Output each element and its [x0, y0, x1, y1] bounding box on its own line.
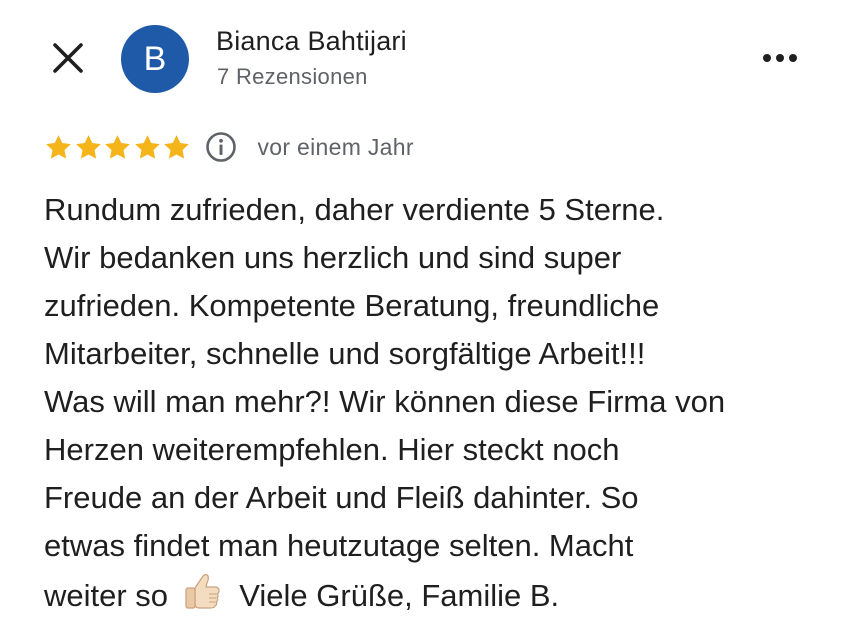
review-date: vor einem Jahr: [257, 133, 414, 160]
author-name[interactable]: Bianca Bahtijari: [216, 26, 407, 57]
more-options-button[interactable]: [760, 43, 802, 73]
review-text: Rundum zufrieden, daher verdiente 5 Ster…: [44, 186, 834, 620]
review-line: Rundum zufrieden, daher verdiente 5 Ster…: [44, 192, 665, 227]
star-rating: [44, 133, 192, 162]
star-icon: [46, 134, 71, 159]
review-line: Was will man mehr?! Wir können diese Fir…: [44, 384, 726, 419]
rating-row: vor einem Jahr: [44, 130, 414, 164]
info-icon[interactable]: [205, 131, 237, 163]
review-text-before-emoji: weiter so: [44, 578, 177, 613]
avatar[interactable]: B: [121, 25, 189, 93]
review-text-after-emoji: Viele Grüße, Familie B.: [230, 578, 560, 613]
close-button[interactable]: [48, 38, 88, 78]
star-icon: [75, 134, 101, 159]
close-icon: [53, 43, 83, 73]
review-line: Mitarbeiter, schnelle und sorgfältige Ar…: [44, 336, 646, 371]
star-icon: [134, 134, 160, 159]
more-options-icon: [763, 54, 797, 62]
review-line: etwas findet man heutzutage selten. Mach…: [44, 528, 634, 563]
review-line-last: weiter so Viele Grüße, Familie B.: [44, 570, 834, 620]
review-line: Freude an der Arbeit und Fleiß dahinter.…: [44, 480, 639, 515]
thumbs-up-emoji: [185, 573, 220, 609]
star-icon: [105, 134, 130, 159]
review-line: Herzen weiterempfehlen. Hier steckt noch: [44, 432, 620, 467]
review-line: Wir bedanken uns herzlich und sind super: [44, 240, 622, 275]
review-line: zufrieden. Kompetente Beratung, freundli…: [44, 288, 660, 323]
review-count: 7 Rezensionen: [217, 64, 368, 89]
star-icon: [164, 134, 189, 159]
